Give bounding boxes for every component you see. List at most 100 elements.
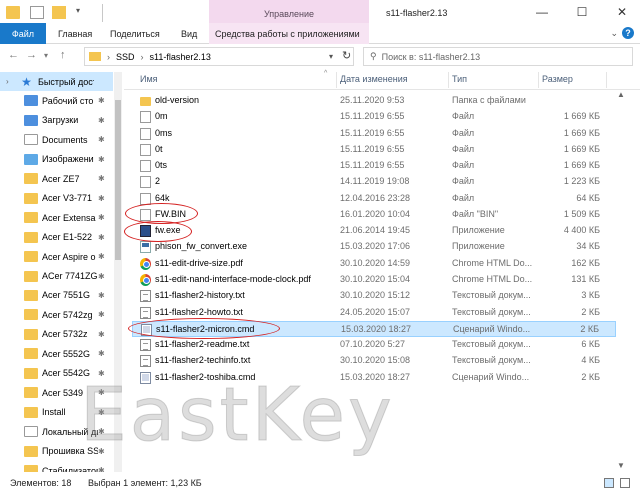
window-title: s11-flasher2.13 <box>386 8 448 18</box>
column-name[interactable]: Имя <box>140 74 158 84</box>
pin-icon[interactable]: ✱ <box>98 291 105 300</box>
breadcrumb-separator-icon[interactable]: › <box>107 52 110 62</box>
file-row[interactable]: phison_fw_convert.exe 15.03.2020 17:06 При… <box>132 239 616 255</box>
sidebar-item[interactable]: Acer 5742zg ✱ <box>0 305 113 324</box>
pin-icon[interactable]: ✱ <box>98 213 105 222</box>
file-date: 25.11.2020 9:53 <box>340 95 405 105</box>
properties-icon[interactable] <box>30 6 44 19</box>
file-row[interactable]: 0ts 15.11.2019 6:55 Файл 1 669 КБ <box>132 158 616 174</box>
pin-icon[interactable]: ✱ <box>98 96 105 105</box>
breadcrumb-ssd[interactable]: SSD <box>116 52 135 62</box>
file-size: 6 КБ <box>581 339 600 350</box>
column-date[interactable]: Дата изменения <box>340 74 408 84</box>
tab-file[interactable]: Файл <box>0 23 46 44</box>
divider[interactable] <box>538 72 539 88</box>
images-folder-icon <box>24 153 38 165</box>
file-date: 07.10.2020 5:27 <box>340 339 406 350</box>
close-button[interactable]: ✕ <box>612 3 632 21</box>
sidebar-item[interactable]: Acer 5732z ✱ <box>0 325 113 344</box>
sidebar-item[interactable]: Изображени ✱ <box>0 150 113 169</box>
sidebar-item[interactable]: Acer 5552G ✱ <box>0 344 113 363</box>
sidebar-item[interactable]: Acer Aspire o ✱ <box>0 247 113 266</box>
pin-icon[interactable]: ✱ <box>98 252 105 261</box>
file-row[interactable]: 0m 15.11.2019 6:55 Файл 1 669 КБ <box>132 109 616 125</box>
divider[interactable] <box>336 72 337 88</box>
back-arrow-icon[interactable]: ← <box>8 49 19 61</box>
file-row[interactable]: 0t 15.11.2019 6:55 Файл 1 669 КБ <box>132 142 616 158</box>
sidebar-item[interactable]: Acer 7551G ✱ <box>0 286 113 305</box>
sidebar-item[interactable]: ACer 7741ZG ✱ <box>0 267 113 286</box>
up-arrow-icon[interactable]: ↑ <box>60 49 66 61</box>
sidebar-item[interactable]: Загрузки ✱ <box>0 111 113 130</box>
pin-icon[interactable]: ✱ <box>98 116 105 125</box>
pin-icon[interactable]: ✱ <box>98 310 105 319</box>
sidebar-item[interactable]: › ★ Быстрый доступ <box>0 72 113 91</box>
collapse-ribbon-icon[interactable]: ⌄ <box>610 28 618 39</box>
sidebar-item[interactable]: Acer E1-522 ✱ <box>0 228 113 247</box>
file-row[interactable]: 0ms 15.11.2019 6:55 Файл 1 669 КБ <box>132 126 616 142</box>
file-date: 30.10.2020 15:08 <box>340 355 411 366</box>
file-row[interactable]: old-version 25.11.2020 9:53 Папка с файлам… <box>132 93 616 109</box>
file-row[interactable]: fw.exe 21.06.2014 19:45 Приложение 4 400 КБ <box>132 223 616 239</box>
file-type: Приложение <box>452 241 505 252</box>
pin-icon[interactable]: ✱ <box>98 194 105 203</box>
sidebar-item[interactable]: Рабочий сто ✱ <box>0 91 113 110</box>
sidebar-item-label: Рабочий сто <box>42 95 94 106</box>
tab-share[interactable]: Поделиться <box>110 23 160 44</box>
scroll-down-icon[interactable]: ▼ <box>617 461 625 470</box>
recent-dropdown-icon[interactable]: ▾ <box>44 51 48 60</box>
pin-icon[interactable]: ✱ <box>98 349 105 358</box>
details-view-icon[interactable] <box>604 478 614 488</box>
address-dropdown-icon[interactable]: ▾ <box>329 52 333 61</box>
sidebar-item[interactable]: Acer V3-771 ✱ <box>0 189 113 208</box>
address-bar[interactable]: › SSD › s11-flasher2.13 ▾ <box>84 47 354 66</box>
help-icon[interactable]: ? <box>622 27 634 39</box>
search-box[interactable]: ⚲ Поиск в: s11-flasher2.13 <box>363 47 633 66</box>
tab-app-tools[interactable]: Средства работы с приложениями <box>209 23 369 44</box>
maximize-button[interactable]: ☐ <box>572 3 592 21</box>
pin-icon[interactable]: ✱ <box>98 233 105 242</box>
file-row[interactable]: 64k 12.04.2016 23:28 Файл 64 КБ <box>132 191 616 207</box>
file-row[interactable]: s11-flasher2-readme.txt 07.10.2020 5:27 Те… <box>132 337 616 353</box>
quick-access-dropdown-icon[interactable]: ▾ <box>76 6 86 19</box>
column-type[interactable]: Тип <box>452 74 467 84</box>
scroll-up-icon[interactable]: ▲ <box>617 90 625 99</box>
file-row[interactable]: FW.BIN 16.01.2020 10:04 Файл "BIN" 1 509 КБ <box>132 207 616 223</box>
pin-icon[interactable]: ✱ <box>98 155 105 164</box>
file-type: Файл <box>452 111 475 122</box>
divider[interactable] <box>448 72 449 88</box>
file-row[interactable]: s11-edit-nand-interface-mode-clock.pdf 30… <box>132 272 616 288</box>
file-row[interactable]: s11-flasher2-history.txt 30.10.2020 15:12… <box>132 288 616 304</box>
sidebar-item[interactable]: Acer Extensa ✱ <box>0 208 113 227</box>
tab-home[interactable]: Главная <box>58 23 92 44</box>
pin-icon[interactable]: ✱ <box>98 272 105 281</box>
pin-icon[interactable]: ✱ <box>98 466 105 472</box>
new-folder-icon[interactable] <box>52 6 66 19</box>
divider[interactable] <box>606 72 607 88</box>
sidebar-item[interactable]: Documents ✱ <box>0 130 113 149</box>
minimize-button[interactable]: — <box>532 3 552 21</box>
sidebar-item-label: Стабилизатор <box>42 465 98 473</box>
txt-icon <box>140 339 151 352</box>
documents-icon <box>24 134 38 146</box>
file-row[interactable]: s11-flasher2-techinfo.txt 30.10.2020 15:0… <box>132 353 616 369</box>
column-header: Имя ^ Дата изменения Тип Размер <box>124 70 640 90</box>
forward-arrow-icon[interactable]: → <box>26 49 37 61</box>
file-row[interactable]: s11-edit-drive-size.pdf 30.10.2020 14:59 C… <box>132 256 616 272</box>
pin-icon[interactable]: ✱ <box>98 330 105 339</box>
column-size[interactable]: Размер <box>542 74 573 84</box>
file-list-scrollbar[interactable]: ▲ ▼ <box>615 90 627 470</box>
file-row[interactable]: 2 14.11.2019 19:08 Файл 1 223 КБ <box>132 174 616 190</box>
tab-view[interactable]: Вид <box>181 23 197 44</box>
refresh-icon[interactable]: ↻ <box>342 49 351 62</box>
sidebar-item[interactable]: Acer ZE7 ✱ <box>0 169 113 188</box>
breadcrumb-current[interactable]: s11-flasher2.13 <box>150 52 211 62</box>
pin-icon[interactable]: ✱ <box>98 174 105 183</box>
sidebar-item[interactable]: Стабилизатор ✱ <box>0 461 113 472</box>
breadcrumb-separator-icon[interactable]: › <box>141 52 144 62</box>
large-icons-view-icon[interactable] <box>620 478 630 488</box>
nav-scroll-thumb[interactable] <box>115 100 121 260</box>
file-icon <box>140 160 151 173</box>
pin-icon[interactable]: ✱ <box>98 135 105 144</box>
expand-chevron-icon[interactable]: › <box>6 77 9 86</box>
